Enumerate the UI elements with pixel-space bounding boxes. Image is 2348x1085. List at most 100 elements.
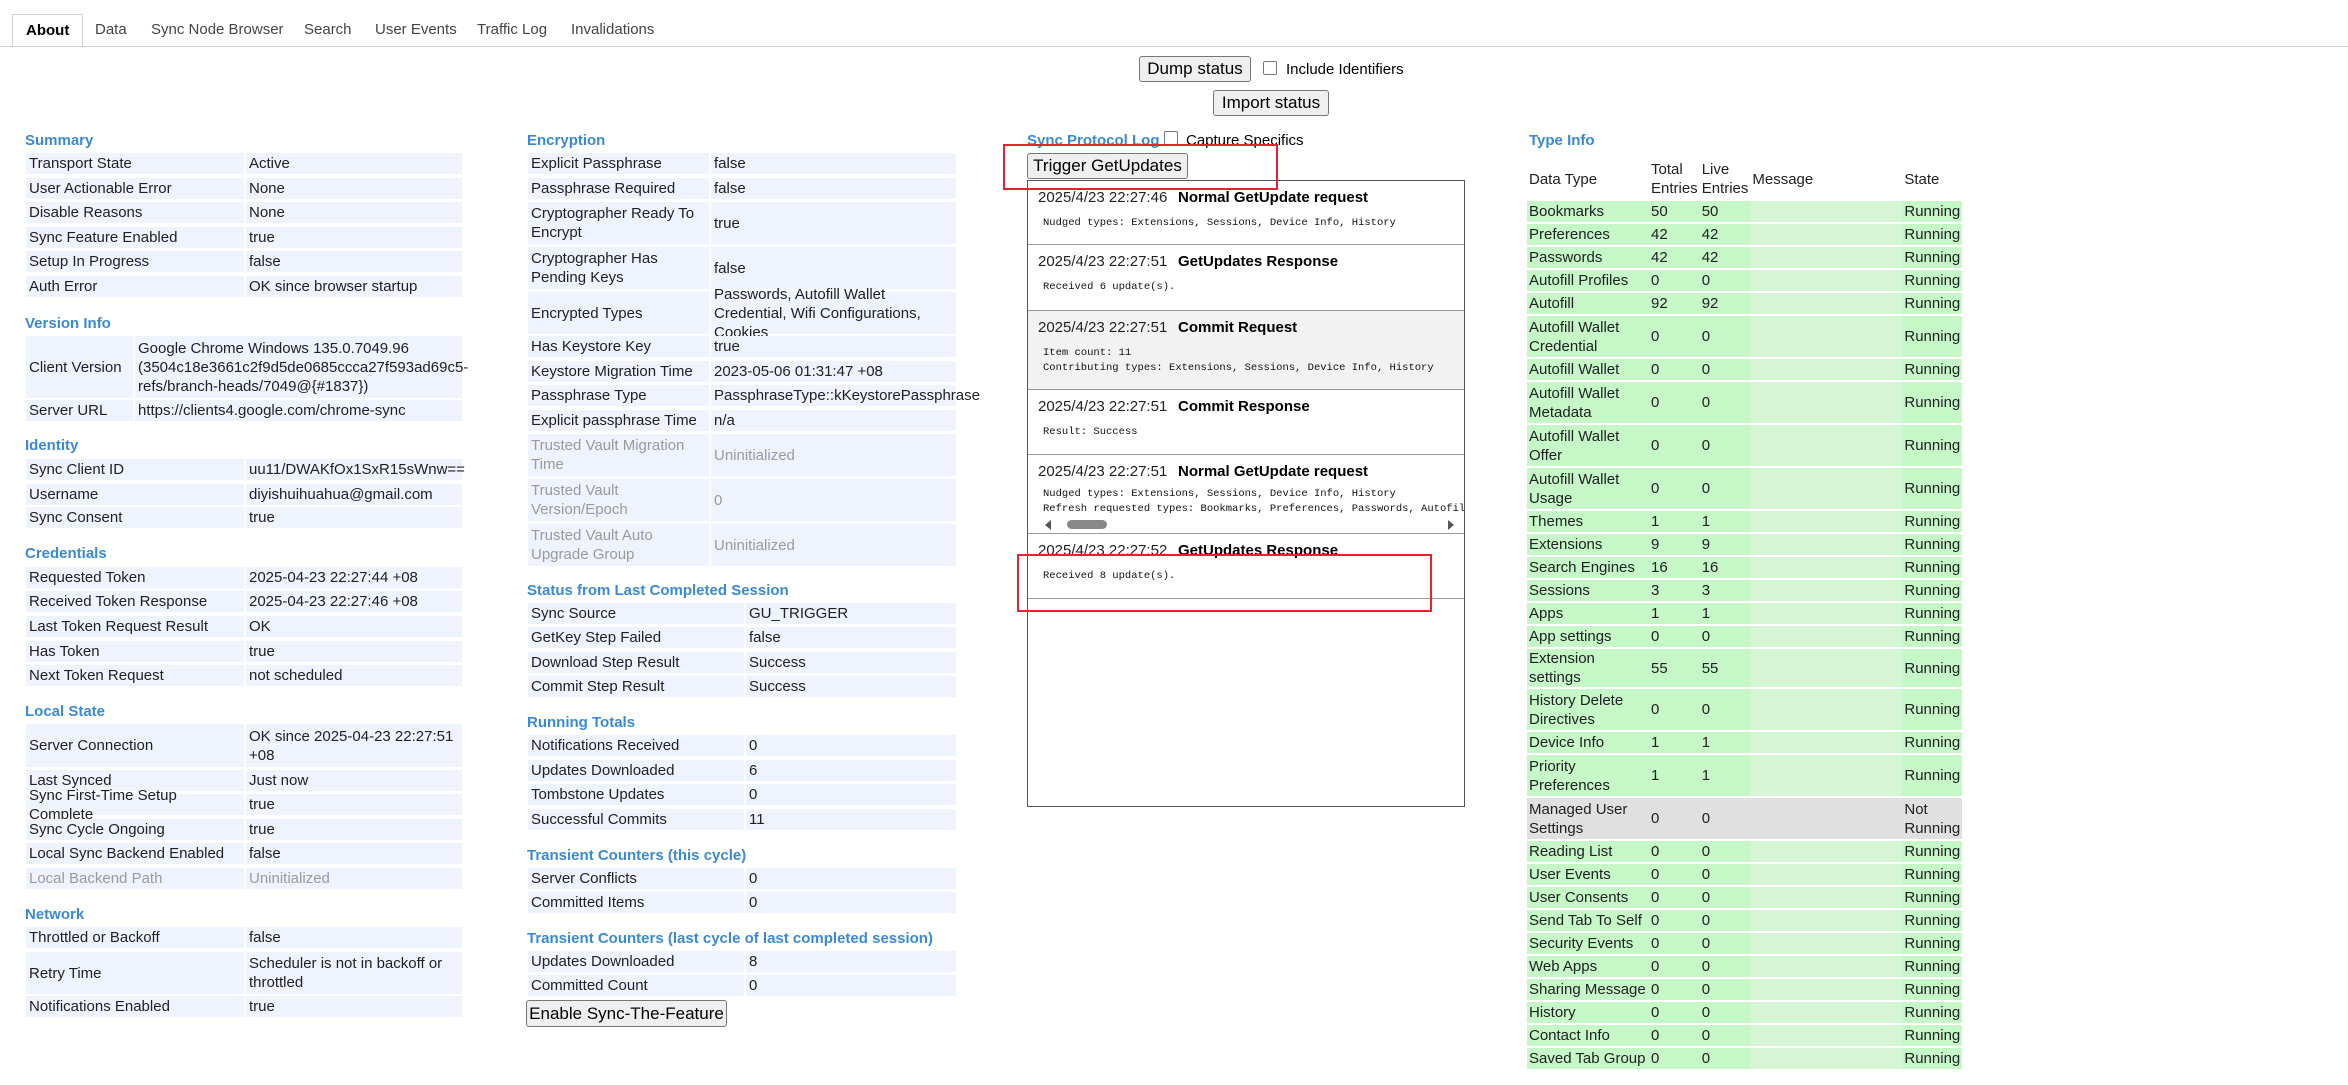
type-message <box>1750 798 1903 839</box>
type-message <box>1750 425 1903 466</box>
info-value: false <box>711 178 956 199</box>
type-total: 0 <box>1649 956 1700 977</box>
tab-search[interactable]: Search <box>291 14 365 46</box>
log-entry-title: GetUpdates Response <box>1178 542 1339 559</box>
type-state: Running <box>1902 626 1963 647</box>
credentials-section-title: Credentials <box>25 545 107 562</box>
info-value: 2025-04-23 22:27:46 +08 <box>246 591 462 612</box>
type-live: 0 <box>1699 1025 1751 1046</box>
sync-protocol-log-list[interactable]: 2025/4/23 22:27:46 Normal GetUpdate reque… <box>1027 180 1465 807</box>
log-entry[interactable]: 2025/4/23 22:27:51 Normal GetUpdate reque… <box>1028 455 1464 534</box>
info-key: Sync Cycle Ongoing <box>26 819 244 840</box>
info-row: Local Sync Backend Enabled false <box>26 843 462 864</box>
scroll-right-arrow[interactable] <box>1448 520 1454 530</box>
header-state: State <box>1904 170 1940 188</box>
header-total-entries: Total Entries <box>1651 161 1698 197</box>
info-row: Explicit Passphrase false <box>528 153 956 174</box>
info-value: Uninitialized <box>711 524 956 566</box>
type-state: Running <box>1902 468 1963 509</box>
horizontal-scrollbar[interactable] <box>1040 518 1460 530</box>
type-total: 42 <box>1649 247 1700 268</box>
type-name: Preferences <box>1527 224 1649 245</box>
info-key: Explicit Passphrase <box>528 153 709 174</box>
type-state: Running <box>1902 534 1963 555</box>
type-message <box>1750 557 1903 578</box>
type-state: Running <box>1902 1025 1963 1046</box>
info-key: Updates Downloaded <box>528 951 744 972</box>
log-entry[interactable]: 2025/4/23 22:27:51 GetUpdates Response Rec… <box>1028 245 1464 311</box>
info-row: Explicit passphrase Time n/a <box>528 410 956 431</box>
type-total: 0 <box>1649 316 1700 357</box>
scroll-left-arrow[interactable] <box>1045 520 1051 530</box>
type-state: Running <box>1902 224 1963 245</box>
version-section-title: Version Info <box>25 315 111 332</box>
network-section-title: Network <box>25 906 85 923</box>
info-row: Notifications Received 0 <box>528 735 956 756</box>
info-row: Updates Downloaded 8 <box>528 951 956 972</box>
type-message <box>1750 511 1903 532</box>
type-name: Saved Tab Group <box>1527 1048 1649 1069</box>
info-value: n/a <box>711 410 956 431</box>
dump-status-button[interactable]: Dump status <box>1139 56 1251 82</box>
info-row: Passphrase Required false <box>528 178 956 199</box>
transient-section-title: Transient Counters (this cycle) <box>527 847 747 864</box>
type-message <box>1750 382 1903 423</box>
tab-user-events[interactable]: User Events <box>362 14 470 46</box>
type-total: 55 <box>1649 649 1700 687</box>
log-entry[interactable]: 2025/4/23 22:27:51 Commit Response Result:… <box>1028 390 1464 455</box>
type-message <box>1750 247 1903 268</box>
info-row: Cryptographer Has Pending Keys false <box>528 247 956 289</box>
log-entry-title: Commit Request <box>1178 319 1298 336</box>
info-key: Tombstone Updates <box>528 784 744 805</box>
tab-bar: About Data Sync Node Browser Search User… <box>0 0 2348 47</box>
type-total: 9 <box>1649 534 1700 555</box>
tab-traffic-log[interactable]: Traffic Log <box>464 14 560 46</box>
type-state: Running <box>1902 864 1963 885</box>
enable-sync-the-feature-button[interactable]: Enable Sync-The-Feature <box>526 1000 727 1027</box>
log-entry[interactable]: 2025/4/23 22:27:51 Commit Request Item cou… <box>1028 311 1464 390</box>
info-value: Uninitialized <box>246 868 462 889</box>
tab-about[interactable]: About <box>12 14 84 46</box>
info-value: 0 <box>746 975 956 996</box>
info-value: 2023-05-06 01:31:47 +08 <box>711 361 956 382</box>
type-live: 9 <box>1699 534 1751 555</box>
log-entry-time: 2025/4/23 22:27:51 <box>1038 463 1168 480</box>
info-value: 0 <box>746 868 956 889</box>
type-message <box>1750 201 1903 222</box>
info-value: OK since 2025-04-23 22:27:51 +08 <box>246 724 462 767</box>
type-state: Running <box>1902 732 1963 753</box>
header-message: Message <box>1752 170 1814 188</box>
tab-invalidations[interactable]: Invalidations <box>558 14 667 46</box>
import-status-button[interactable]: Import status <box>1213 90 1329 116</box>
type-live: 0 <box>1699 468 1751 509</box>
log-entry[interactable]: 2025/4/23 22:27:46 Normal GetUpdate reque… <box>1028 181 1464 245</box>
type-live: 0 <box>1699 1002 1751 1023</box>
log-entry[interactable]: 2025/4/23 22:27:52 GetUpdates Response Rec… <box>1028 534 1464 599</box>
type-state: Running <box>1902 755 1963 796</box>
type-total: 42 <box>1649 224 1700 245</box>
type-message <box>1750 732 1903 753</box>
info-key: Username <box>26 484 244 505</box>
capture-specifics-checkbox[interactable] <box>1164 131 1178 145</box>
info-row: Username diyishuihuahua@gmail.com <box>26 484 462 505</box>
type-total: 1 <box>1649 603 1700 624</box>
tab-sync-node-browser[interactable]: Sync Node Browser <box>138 14 297 46</box>
type-message <box>1750 887 1903 908</box>
type-name: Autofill Wallet <box>1527 359 1649 380</box>
type-row: Apps 1 1 Running <box>1527 603 1963 624</box>
type-name: Device Info <box>1527 732 1649 753</box>
type-row: App settings 0 0 Running <box>1527 626 1963 647</box>
type-live: 0 <box>1699 864 1751 885</box>
type-row: Autofill 92 92 Running <box>1527 293 1963 314</box>
info-key: Trusted Vault Auto Upgrade Group <box>528 524 709 566</box>
type-name: Send Tab To Self <box>1527 910 1649 931</box>
info-key: Committed Items <box>528 892 744 913</box>
include-identifiers-checkbox[interactable] <box>1263 61 1277 75</box>
type-state: Running <box>1902 293 1963 314</box>
type-row: Contact Info 0 0 Running <box>1527 1025 1963 1046</box>
trigger-getupdates-button[interactable]: Trigger GetUpdates <box>1027 153 1188 179</box>
type-message <box>1750 603 1903 624</box>
tab-data[interactable]: Data <box>82 14 140 46</box>
scrollbar-thumb[interactable] <box>1067 520 1107 529</box>
type-live: 0 <box>1699 425 1751 466</box>
